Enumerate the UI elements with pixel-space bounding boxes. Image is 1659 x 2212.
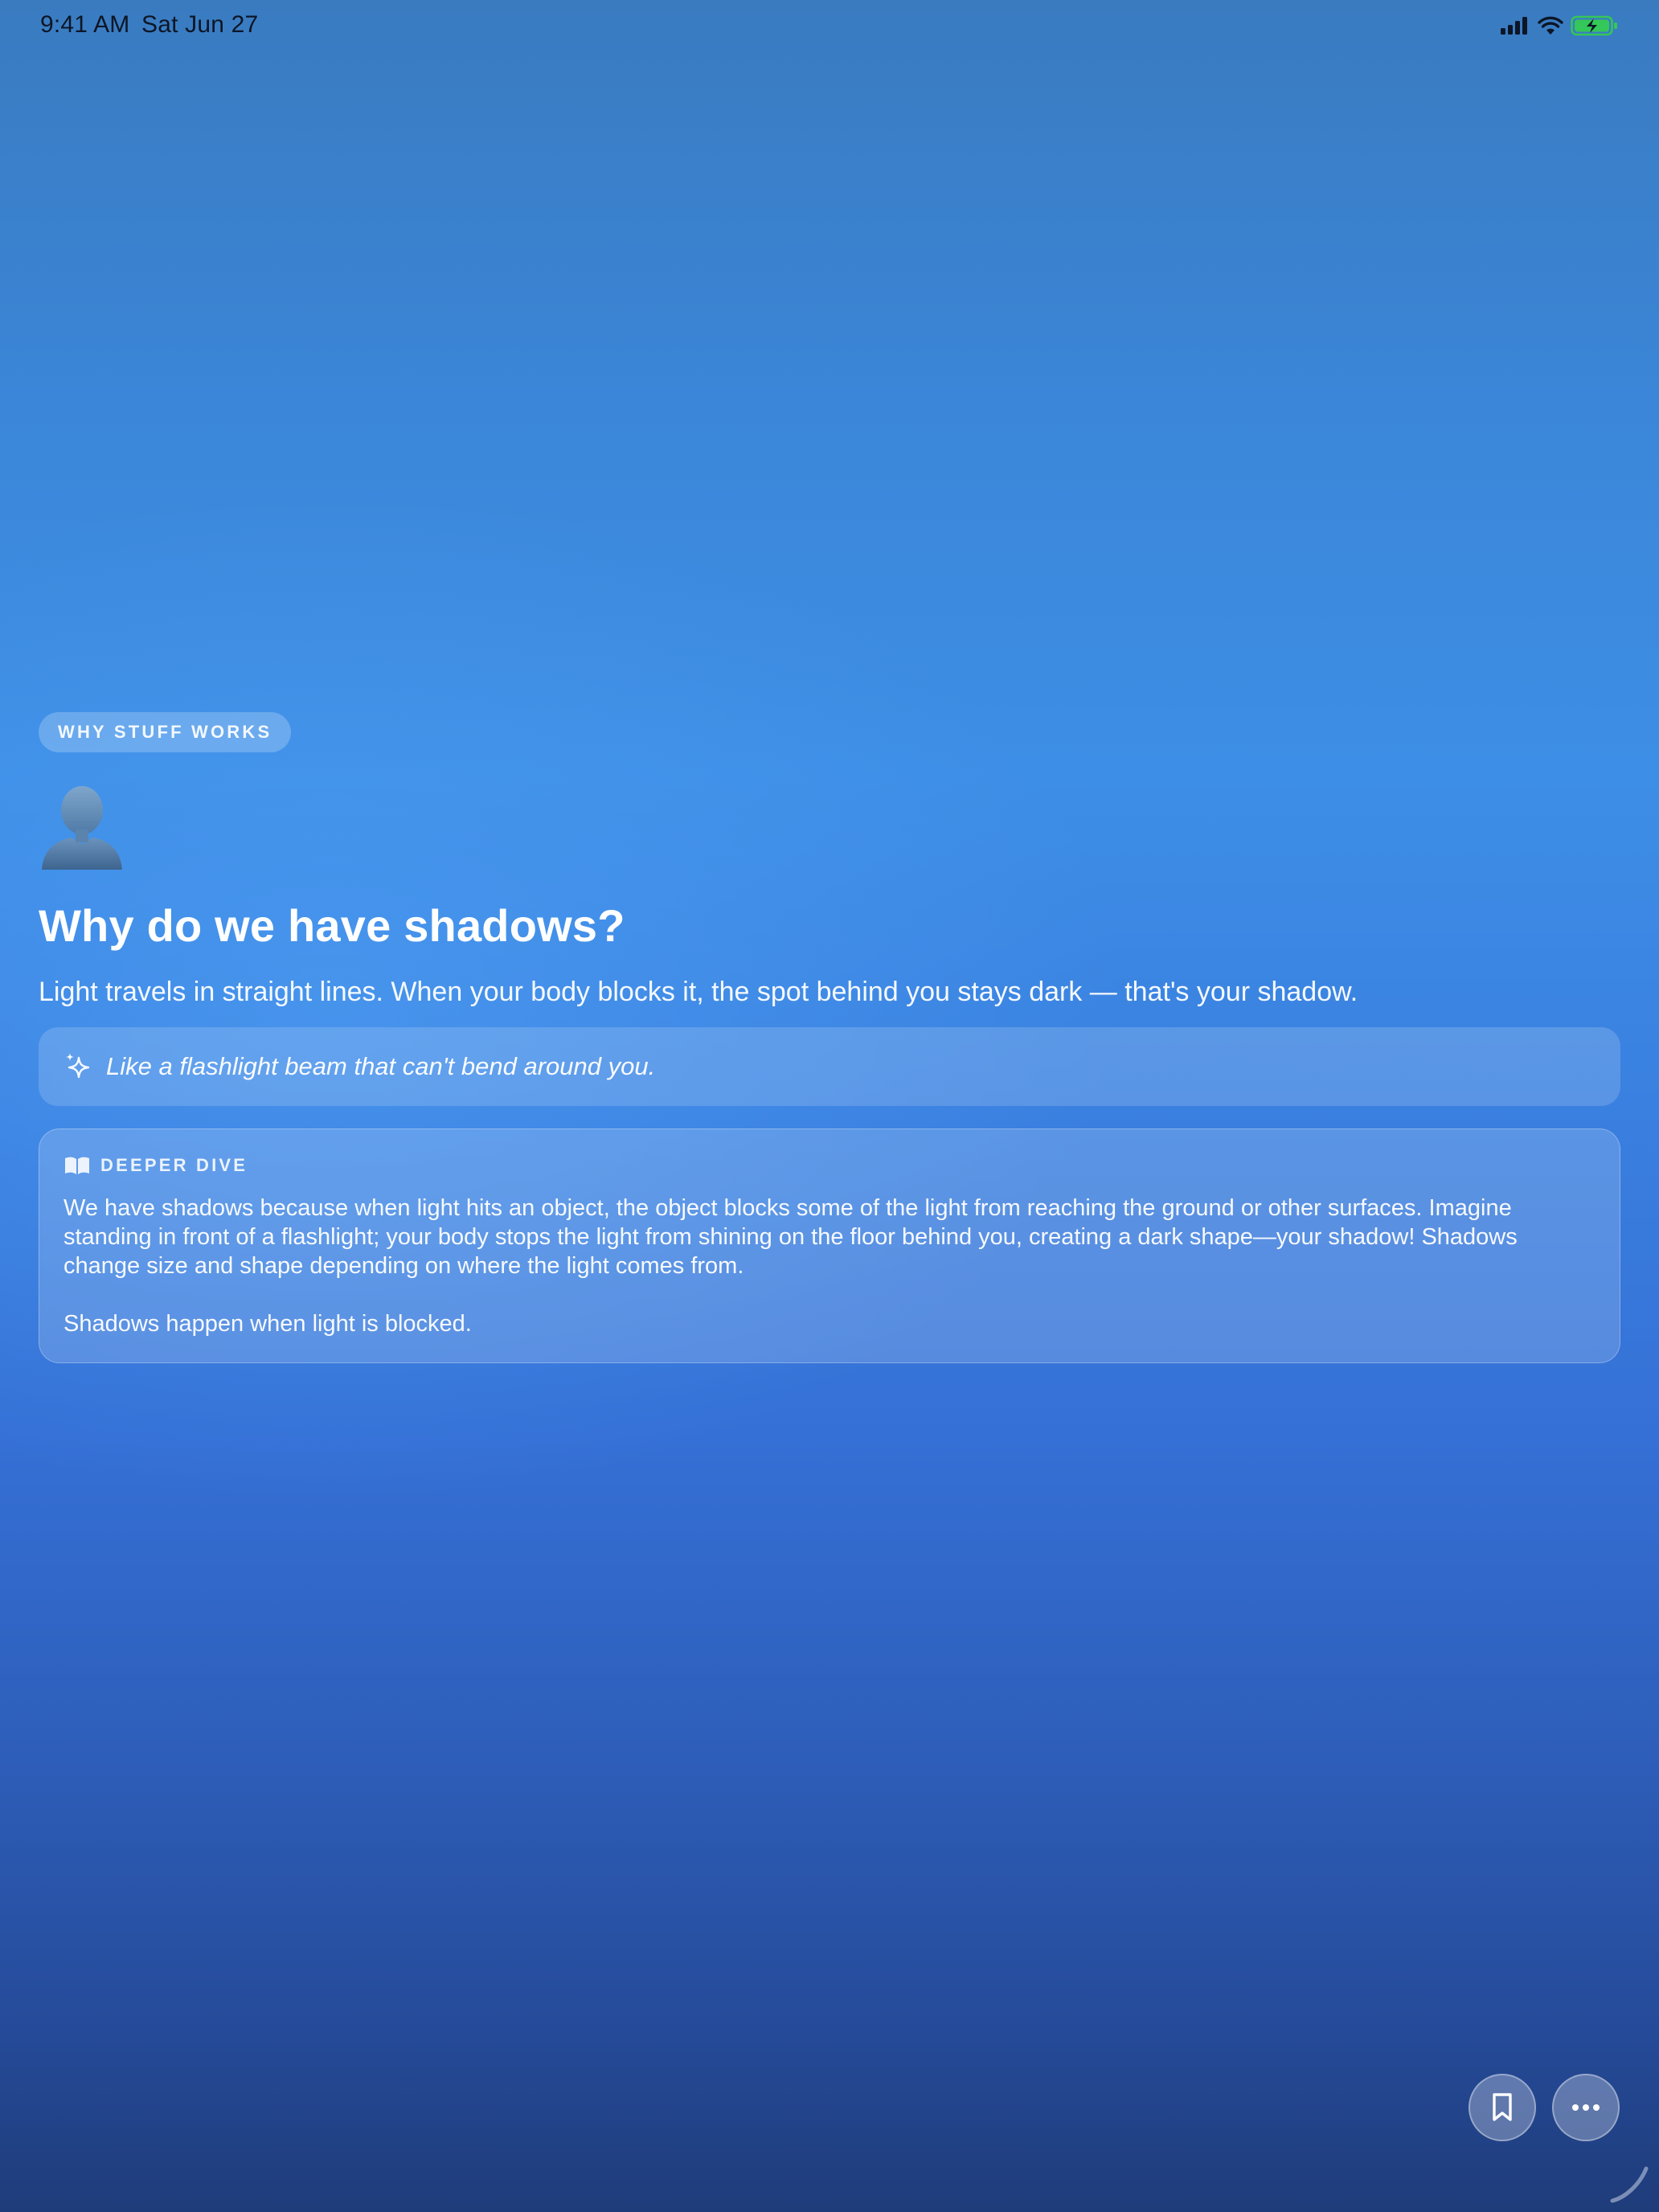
battery-charging-icon bbox=[1571, 15, 1617, 36]
deeper-dive-label: DEEPER DIVE bbox=[100, 1155, 248, 1175]
status-date: Sat Jun 27 bbox=[141, 11, 259, 38]
page-title: Why do we have shadows? bbox=[39, 900, 625, 951]
wifi-icon bbox=[1538, 16, 1563, 35]
category-pill: WHY STUFF WORKS bbox=[39, 712, 292, 752]
bookmark-icon bbox=[1493, 2093, 1512, 2121]
bookmark-button[interactable] bbox=[1469, 2074, 1536, 2141]
ellipsis-icon bbox=[1572, 2104, 1600, 2111]
explanation-card: WHY STUFF WORKS Why do we have shadows? … bbox=[39, 712, 1620, 1363]
cellular-signal-icon bbox=[1501, 17, 1527, 35]
sparkle-icon bbox=[66, 1053, 90, 1079]
book-icon bbox=[65, 1157, 89, 1174]
deeper-dive-summary: Shadows happen when light is blocked. bbox=[63, 1311, 472, 1337]
analogy-text: Like a flashlight beam that can't bend a… bbox=[106, 1052, 656, 1080]
deeper-dive-card: DEEPER DIVE We have shadows because when… bbox=[39, 1129, 1620, 1363]
more-options-button[interactable] bbox=[1552, 2074, 1620, 2141]
summary-text: Light travels in straight lines. When yo… bbox=[39, 977, 1358, 1007]
status-time: 9:41 AM bbox=[40, 11, 130, 38]
silhouette-emoji-icon bbox=[39, 783, 125, 871]
status-icons bbox=[1500, 14, 1619, 37]
deeper-dive-header: DEEPER DIVE bbox=[63, 1153, 1596, 1178]
deeper-dive-body: We have shadows because when light hits … bbox=[63, 1195, 1518, 1279]
status-bar: 9:41 AM Sat Jun 27 bbox=[0, 0, 1659, 51]
analogy-card: Like a flashlight beam that can't bend a… bbox=[39, 1027, 1620, 1106]
corner-indicator-icon bbox=[1610, 2166, 1649, 2203]
